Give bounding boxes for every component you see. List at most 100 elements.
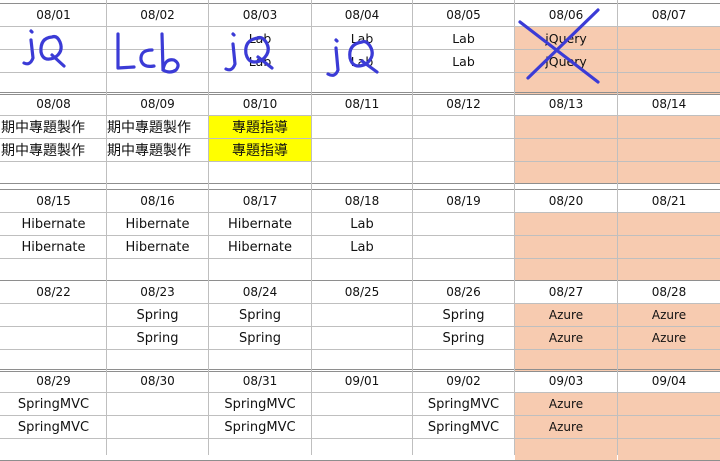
session-cell[interactable]: Hibernate (1, 213, 106, 235)
date-cell[interactable]: 08/31 (209, 370, 311, 392)
session-cell[interactable] (618, 50, 720, 72)
session-cell[interactable]: Spring (209, 327, 311, 349)
session-cell[interactable] (312, 327, 412, 349)
session-cell[interactable]: Azure (618, 304, 720, 326)
session-cell[interactable] (413, 213, 514, 235)
date-cell[interactable]: 09/02 (413, 370, 514, 392)
session-cell[interactable] (1, 50, 106, 72)
date-cell[interactable]: 08/28 (618, 281, 720, 303)
session-cell[interactable] (618, 236, 720, 258)
session-cell[interactable]: Hibernate (1, 236, 106, 258)
date-cell[interactable]: 08/12 (413, 93, 514, 115)
session-cell[interactable] (312, 139, 412, 161)
date-cell[interactable]: 08/07 (618, 4, 720, 26)
date-cell[interactable]: 08/22 (1, 281, 106, 303)
session-cell[interactable] (618, 27, 720, 49)
session-cell[interactable] (515, 139, 617, 161)
date-cell[interactable]: 08/29 (1, 370, 106, 392)
session-cell[interactable]: Lab (312, 213, 412, 235)
date-cell[interactable]: 08/20 (515, 190, 617, 212)
session-cell[interactable] (107, 416, 208, 438)
session-cell[interactable] (107, 393, 208, 415)
session-cell[interactable] (312, 304, 412, 326)
session-cell[interactable]: jQuery (515, 50, 617, 72)
session-cell[interactable]: Lab (209, 27, 311, 49)
session-cell[interactable]: SpringMVC (1, 416, 106, 438)
date-cell[interactable]: 08/17 (209, 190, 311, 212)
session-cell[interactable] (312, 393, 412, 415)
session-cell[interactable]: Hibernate (209, 213, 311, 235)
session-cell[interactable]: Lab (209, 50, 311, 72)
session-cell[interactable]: Spring (209, 304, 311, 326)
date-cell[interactable]: 08/14 (618, 93, 720, 115)
date-cell[interactable]: 08/18 (312, 190, 412, 212)
session-cell[interactable]: Lab (413, 50, 514, 72)
session-cell[interactable]: SpringMVC (209, 393, 311, 415)
date-cell[interactable]: 08/06 (515, 4, 617, 26)
date-cell[interactable]: 08/23 (107, 281, 208, 303)
session-cell[interactable] (515, 213, 617, 235)
session-cell[interactable] (618, 393, 720, 415)
session-cell[interactable]: SpringMVC (413, 393, 514, 415)
session-cell[interactable]: jQuery (515, 27, 617, 49)
date-cell[interactable]: 09/03 (515, 370, 617, 392)
date-cell[interactable]: 08/08 (1, 93, 106, 115)
date-cell[interactable]: 08/05 (413, 4, 514, 26)
session-cell[interactable]: Hibernate (107, 236, 208, 258)
session-cell[interactable] (312, 116, 412, 138)
date-cell[interactable]: 08/24 (209, 281, 311, 303)
session-cell[interactable]: 專題指導 (209, 116, 311, 138)
session-cell[interactable]: Azure (515, 327, 617, 349)
session-cell[interactable] (515, 116, 617, 138)
date-cell[interactable]: 08/25 (312, 281, 412, 303)
date-cell[interactable]: 08/02 (107, 4, 208, 26)
date-cell[interactable]: 08/03 (209, 4, 311, 26)
session-cell[interactable] (413, 116, 514, 138)
session-cell[interactable] (312, 416, 412, 438)
session-cell[interactable] (618, 116, 720, 138)
date-cell[interactable]: 08/09 (107, 93, 208, 115)
session-cell[interactable]: 期中專題製作 (107, 116, 208, 138)
session-cell[interactable]: Hibernate (107, 213, 208, 235)
session-cell[interactable] (1, 327, 106, 349)
session-cell[interactable]: 期中專題製作 (107, 139, 208, 161)
session-cell[interactable] (618, 139, 720, 161)
session-cell[interactable] (413, 139, 514, 161)
session-cell[interactable] (107, 50, 208, 72)
date-cell[interactable]: 08/21 (618, 190, 720, 212)
session-cell[interactable] (1, 304, 106, 326)
session-cell[interactable]: Lab (312, 50, 412, 72)
date-cell[interactable]: 08/13 (515, 93, 617, 115)
session-cell[interactable] (618, 213, 720, 235)
date-cell[interactable]: 08/04 (312, 4, 412, 26)
session-cell[interactable] (413, 236, 514, 258)
session-cell[interactable] (515, 236, 617, 258)
date-cell[interactable]: 08/01 (1, 4, 106, 26)
date-cell[interactable]: 09/04 (618, 370, 720, 392)
session-cell[interactable]: SpringMVC (1, 393, 106, 415)
date-cell[interactable]: 08/10 (209, 93, 311, 115)
session-cell[interactable]: Azure (515, 416, 617, 438)
session-cell[interactable] (618, 416, 720, 438)
session-cell[interactable]: Spring (107, 327, 208, 349)
session-cell[interactable]: SpringMVC (413, 416, 514, 438)
session-cell[interactable]: Lab (413, 27, 514, 49)
session-cell[interactable]: Azure (515, 393, 617, 415)
date-cell[interactable]: 08/26 (413, 281, 514, 303)
session-cell[interactable]: 期中專題製作 (1, 139, 106, 161)
session-cell[interactable] (1, 27, 106, 49)
session-cell[interactable]: Lab (312, 27, 412, 49)
session-cell[interactable]: Spring (413, 304, 514, 326)
session-cell[interactable]: 專題指導 (209, 139, 311, 161)
session-cell[interactable] (107, 27, 208, 49)
date-cell[interactable]: 08/30 (107, 370, 208, 392)
session-cell[interactable]: Spring (107, 304, 208, 326)
session-cell[interactable]: Lab (312, 236, 412, 258)
session-cell[interactable]: Spring (413, 327, 514, 349)
date-cell[interactable]: 08/15 (1, 190, 106, 212)
session-cell[interactable]: Hibernate (209, 236, 311, 258)
date-cell[interactable]: 08/27 (515, 281, 617, 303)
date-cell[interactable]: 08/16 (107, 190, 208, 212)
session-cell[interactable]: Azure (515, 304, 617, 326)
date-cell[interactable]: 09/01 (312, 370, 412, 392)
